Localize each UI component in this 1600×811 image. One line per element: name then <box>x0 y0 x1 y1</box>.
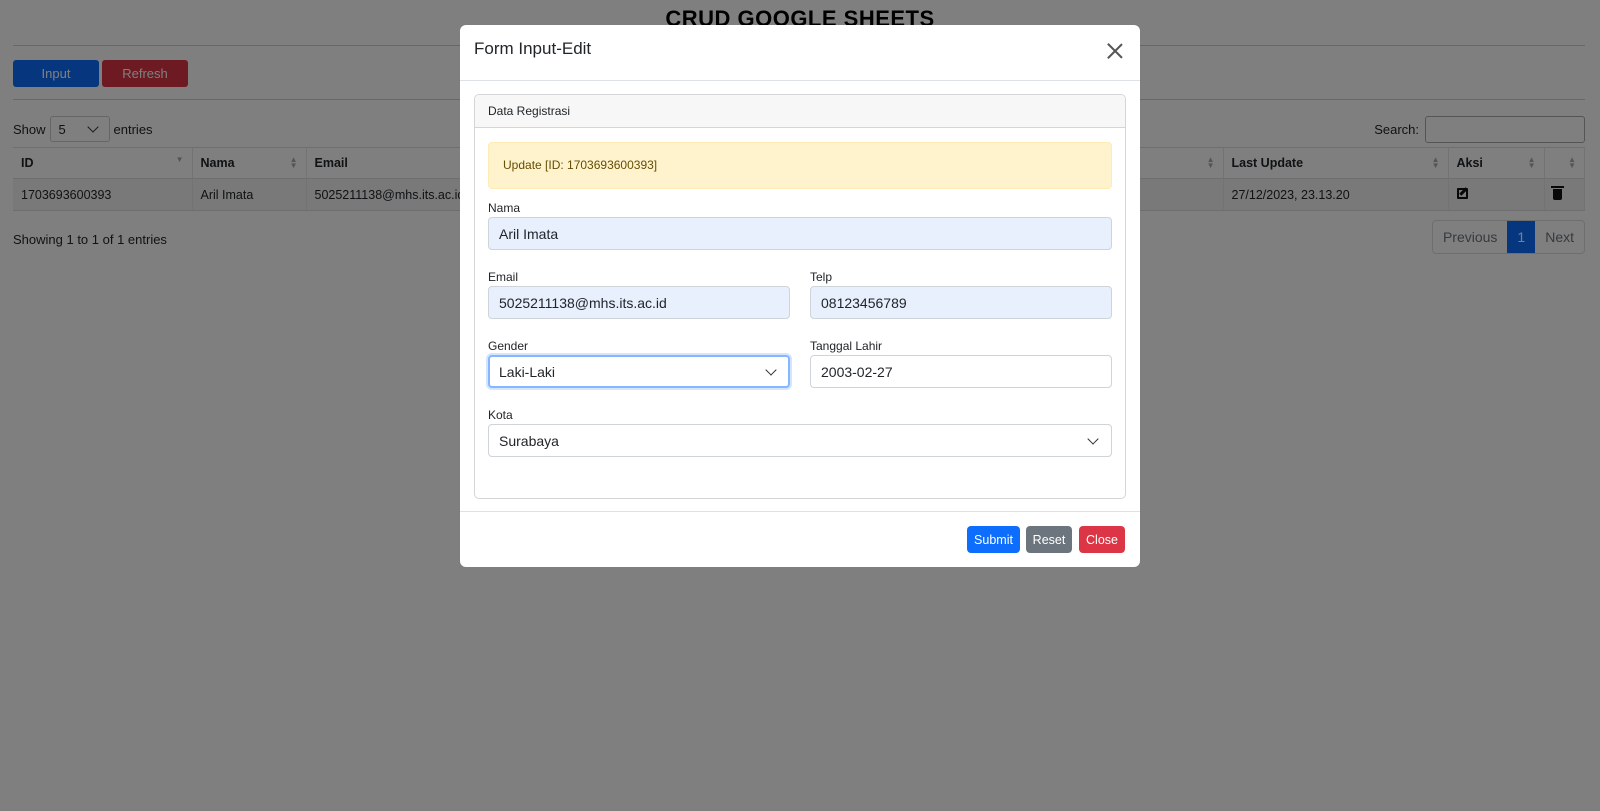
modal-title: Form Input-Edit <box>474 39 592 58</box>
nama-input[interactable]: Aril Imata <box>488 217 1112 250</box>
card-header: Data Registrasi <box>475 95 1125 128</box>
close-icon[interactable] <box>1106 42 1124 60</box>
tanggal-lahir-label: Tanggal Lahir <box>810 339 883 353</box>
tanggal-lahir-input[interactable]: 2003-02-27 <box>810 355 1112 388</box>
kota-label: Kota <box>488 408 513 422</box>
email-input[interactable]: 5025211138@mhs.its.ac.id <box>488 286 790 319</box>
gender-select[interactable]: Laki-Laki <box>488 355 790 388</box>
telp-value: 08123456789 <box>821 294 907 311</box>
gender-value: Laki-Laki <box>499 363 556 380</box>
reset-button[interactable]: Reset <box>1026 526 1072 553</box>
chevron-down-icon <box>1087 432 1099 445</box>
tanggal-lahir-value: 2003-02-27 <box>821 363 893 380</box>
email-value: 5025211138@mhs.its.ac.id <box>499 294 667 311</box>
telp-input[interactable]: 08123456789 <box>810 286 1112 319</box>
registration-card: Data Registrasi Update [ID: 170369360039… <box>474 94 1126 499</box>
nama-value: Aril Imata <box>499 225 559 242</box>
nama-label: Nama <box>488 201 521 215</box>
form-modal: Form Input-Edit Data Registrasi Update [… <box>460 25 1140 567</box>
gender-label: Gender <box>488 339 529 353</box>
submit-button[interactable]: Submit <box>967 526 1020 553</box>
chevron-down-icon <box>765 363 777 376</box>
kota-value: Surabaya <box>499 432 559 449</box>
close-button[interactable]: Close <box>1079 526 1125 553</box>
modal-header: Form Input-Edit <box>460 25 1140 81</box>
modal-footer: Submit Reset Close <box>460 511 1140 567</box>
telp-label: Telp <box>810 270 833 284</box>
email-label: Email <box>488 270 519 284</box>
update-alert: Update [ID: 1703693600393] <box>488 142 1112 189</box>
kota-select[interactable]: Surabaya <box>488 424 1112 457</box>
